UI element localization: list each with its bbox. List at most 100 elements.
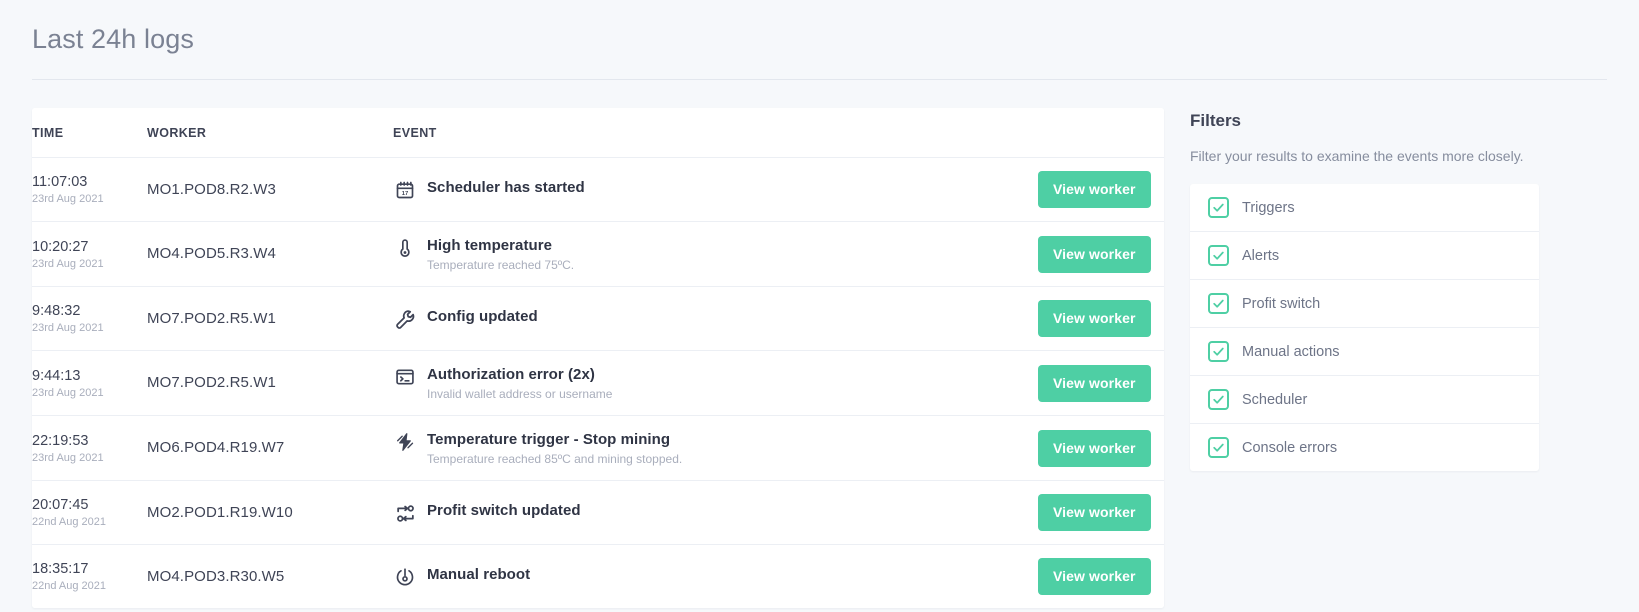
cell-event: Authorization error (2x) Invalid wallet … — [393, 350, 1038, 416]
worker-id: MO4.POD3.R30.W5 — [147, 567, 285, 585]
terminal-icon — [393, 365, 417, 389]
page-header: Last 24h logs — [0, 0, 1639, 56]
log-time: 9:48:32 — [32, 303, 81, 319]
filter-checkbox[interactable] — [1208, 293, 1229, 314]
log-date: 23rd Aug 2021 — [32, 193, 104, 205]
view-worker-button[interactable]: View worker — [1038, 494, 1151, 531]
cell-worker: MO4.POD5.R3.W4 — [147, 221, 393, 287]
log-date: 23rd Aug 2021 — [32, 322, 104, 334]
filter-item[interactable]: Console errors — [1190, 424, 1539, 471]
cell-worker: MO1.POD8.R2.W3 — [147, 157, 393, 222]
logs-table: TIME WORKER EVENT 11:07:03 23rd Aug 2021… — [32, 108, 1164, 608]
logs-table-card: TIME WORKER EVENT 11:07:03 23rd Aug 2021… — [32, 108, 1164, 608]
log-time: 22:19:53 — [32, 432, 89, 449]
cell-action: View worker — [1038, 286, 1164, 351]
column-header-event: EVENT — [393, 108, 1038, 158]
filter-checkbox[interactable] — [1208, 389, 1229, 410]
logs-page: Last 24h logs TIME WORKER EVENT 11:07:03… — [0, 0, 1639, 612]
column-header-time: TIME — [32, 108, 147, 158]
lightning-icon — [393, 430, 417, 454]
cell-event: Manual reboot — [393, 544, 1038, 608]
filter-item[interactable]: Triggers — [1190, 184, 1539, 232]
filters-card: Triggers Alerts Profit switch Manual act… — [1190, 184, 1539, 471]
log-date: 23rd Aug 2021 — [32, 451, 104, 464]
cell-worker: MO6.POD4.R19.W7 — [147, 415, 393, 481]
table-row: 18:35:17 22nd Aug 2021 MO4.POD3.R30.W5 M… — [32, 544, 1164, 608]
view-worker-button[interactable]: View worker — [1038, 364, 1151, 402]
cell-action: View worker — [1038, 350, 1164, 416]
event-title: Profit switch updated — [427, 502, 581, 519]
filter-item[interactable]: Scheduler — [1190, 376, 1539, 424]
log-time: 18:35:17 — [32, 561, 89, 577]
cell-time: 9:48:32 23rd Aug 2021 — [32, 286, 147, 351]
cell-action: View worker — [1038, 157, 1164, 222]
filters-panel: Filters Filter your results to examine t… — [1190, 108, 1539, 471]
log-time: 10:20:27 — [32, 238, 89, 255]
table-row: 10:20:27 23rd Aug 2021 MO4.POD5.R3.W4 Hi… — [32, 221, 1164, 287]
worker-id: MO6.POD4.R19.W7 — [147, 439, 285, 456]
cell-event: Temperature trigger - Stop mining Temper… — [393, 415, 1038, 481]
filter-checkbox[interactable] — [1208, 197, 1229, 218]
event-title: Authorization error (2x) — [427, 366, 595, 383]
log-date: 23rd Aug 2021 — [32, 257, 104, 270]
event-title: Scheduler has started — [427, 179, 585, 196]
cell-time: 10:20:27 23rd Aug 2021 — [32, 221, 147, 287]
cell-event: Profit switch updated — [393, 480, 1038, 545]
filter-label: Alerts — [1242, 247, 1280, 264]
cell-action: View worker — [1038, 415, 1164, 481]
log-time: 11:07:03 — [32, 174, 88, 190]
cell-time: 20:07:45 22nd Aug 2021 — [32, 480, 147, 545]
event-title: High temperature — [427, 237, 552, 254]
cell-event: High temperature Temperature reached 75º… — [393, 221, 1038, 287]
event-title: Config updated — [427, 308, 538, 325]
cell-action: View worker — [1038, 221, 1164, 287]
page-title: Last 24h logs — [32, 24, 194, 54]
filter-item[interactable]: Alerts — [1190, 232, 1539, 280]
cell-action: View worker — [1038, 544, 1164, 608]
filter-checkbox[interactable] — [1208, 437, 1229, 458]
thermometer-icon — [393, 236, 417, 260]
view-worker-button[interactable]: View worker — [1038, 429, 1151, 467]
profit-switch-icon — [393, 501, 417, 525]
view-worker-button[interactable]: View worker — [1038, 300, 1151, 337]
power-reboot-icon — [393, 565, 417, 589]
cell-time: 18:35:17 22nd Aug 2021 — [32, 544, 147, 608]
worker-id: MO4.POD5.R3.W4 — [147, 245, 276, 262]
event-title: Temperature trigger - Stop mining — [427, 431, 671, 448]
worker-id: MO7.POD2.R5.W1 — [147, 374, 276, 391]
view-worker-button[interactable]: View worker — [1038, 235, 1151, 273]
filter-checkbox[interactable] — [1208, 245, 1229, 266]
event-title: Manual reboot — [427, 566, 531, 583]
column-header-worker: WORKER — [147, 108, 393, 158]
column-header-action — [1038, 108, 1164, 158]
cell-worker: MO7.POD2.R5.W1 — [147, 350, 393, 416]
cell-action: View worker — [1038, 480, 1164, 545]
wrench-icon — [393, 307, 417, 331]
svg-text:17: 17 — [402, 191, 408, 197]
cell-event: Config updated — [393, 286, 1038, 351]
worker-id: MO1.POD8.R2.W3 — [147, 180, 276, 198]
table-row: 22:19:53 23rd Aug 2021 MO6.POD4.R19.W7 T… — [32, 415, 1164, 481]
worker-id: MO7.POD2.R5.W1 — [147, 309, 276, 327]
filter-label: Profit switch — [1242, 295, 1321, 312]
table-row: 9:48:32 23rd Aug 2021 MO7.POD2.R5.W1 Con… — [32, 286, 1164, 351]
log-date: 22nd Aug 2021 — [32, 580, 107, 592]
cell-worker: MO4.POD3.R30.W5 — [147, 544, 393, 608]
view-worker-button[interactable]: View worker — [1038, 171, 1151, 208]
event-description: Invalid wallet address or username — [427, 387, 613, 401]
log-date: 22nd Aug 2021 — [32, 516, 107, 528]
calendar-icon: 17 — [393, 178, 417, 202]
cell-time: 22:19:53 23rd Aug 2021 — [32, 415, 147, 481]
view-worker-button[interactable]: View worker — [1038, 558, 1151, 595]
filter-checkbox[interactable] — [1208, 341, 1229, 362]
cell-worker: MO7.POD2.R5.W1 — [147, 286, 393, 351]
filter-label: Triggers — [1242, 199, 1295, 216]
log-time: 9:44:13 — [32, 367, 81, 384]
filter-item[interactable]: Profit switch — [1190, 280, 1539, 328]
event-description: Temperature reached 75ºC. — [427, 258, 575, 272]
logs-table-header: TIME WORKER EVENT — [32, 108, 1164, 158]
table-row: 11:07:03 23rd Aug 2021 MO1.POD8.R2.W3 17… — [32, 157, 1164, 222]
table-header-row: TIME WORKER EVENT — [32, 108, 1164, 158]
filter-item[interactable]: Manual actions — [1190, 328, 1539, 376]
filters-description: Filter your results to examine the event… — [1190, 148, 1524, 164]
